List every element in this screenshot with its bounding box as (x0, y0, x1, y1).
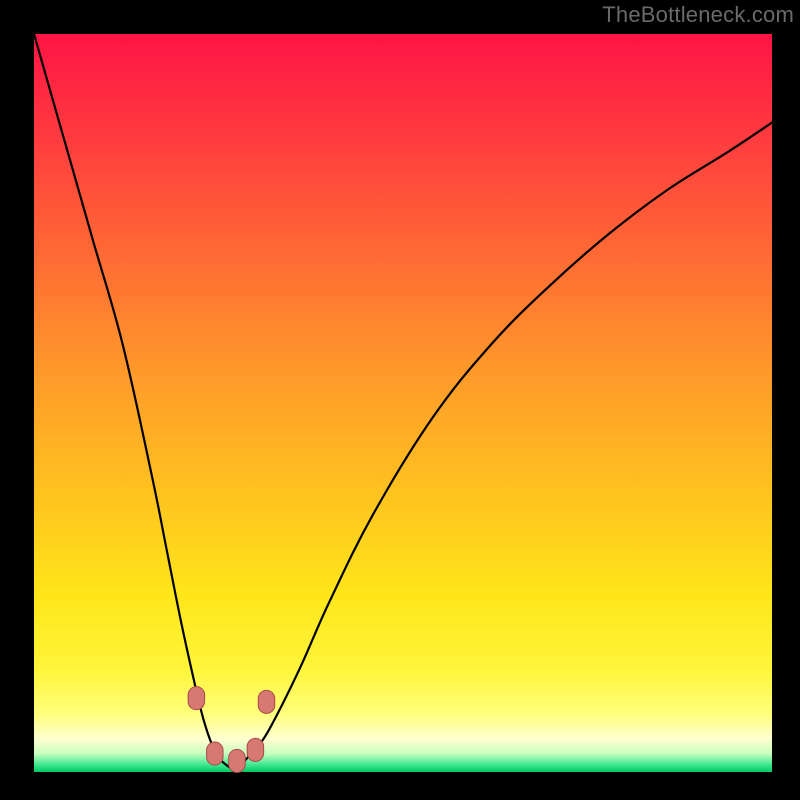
bottleneck-chart (0, 0, 800, 800)
chart-canvas: TheBottleneck.com (0, 0, 800, 800)
watermark-text: TheBottleneck.com (602, 2, 794, 28)
curve-marker (229, 749, 246, 772)
curve-marker (247, 738, 264, 761)
curve-marker (188, 687, 205, 710)
curve-marker (207, 742, 224, 765)
curve-marker (258, 690, 275, 713)
plot-background (34, 34, 772, 772)
